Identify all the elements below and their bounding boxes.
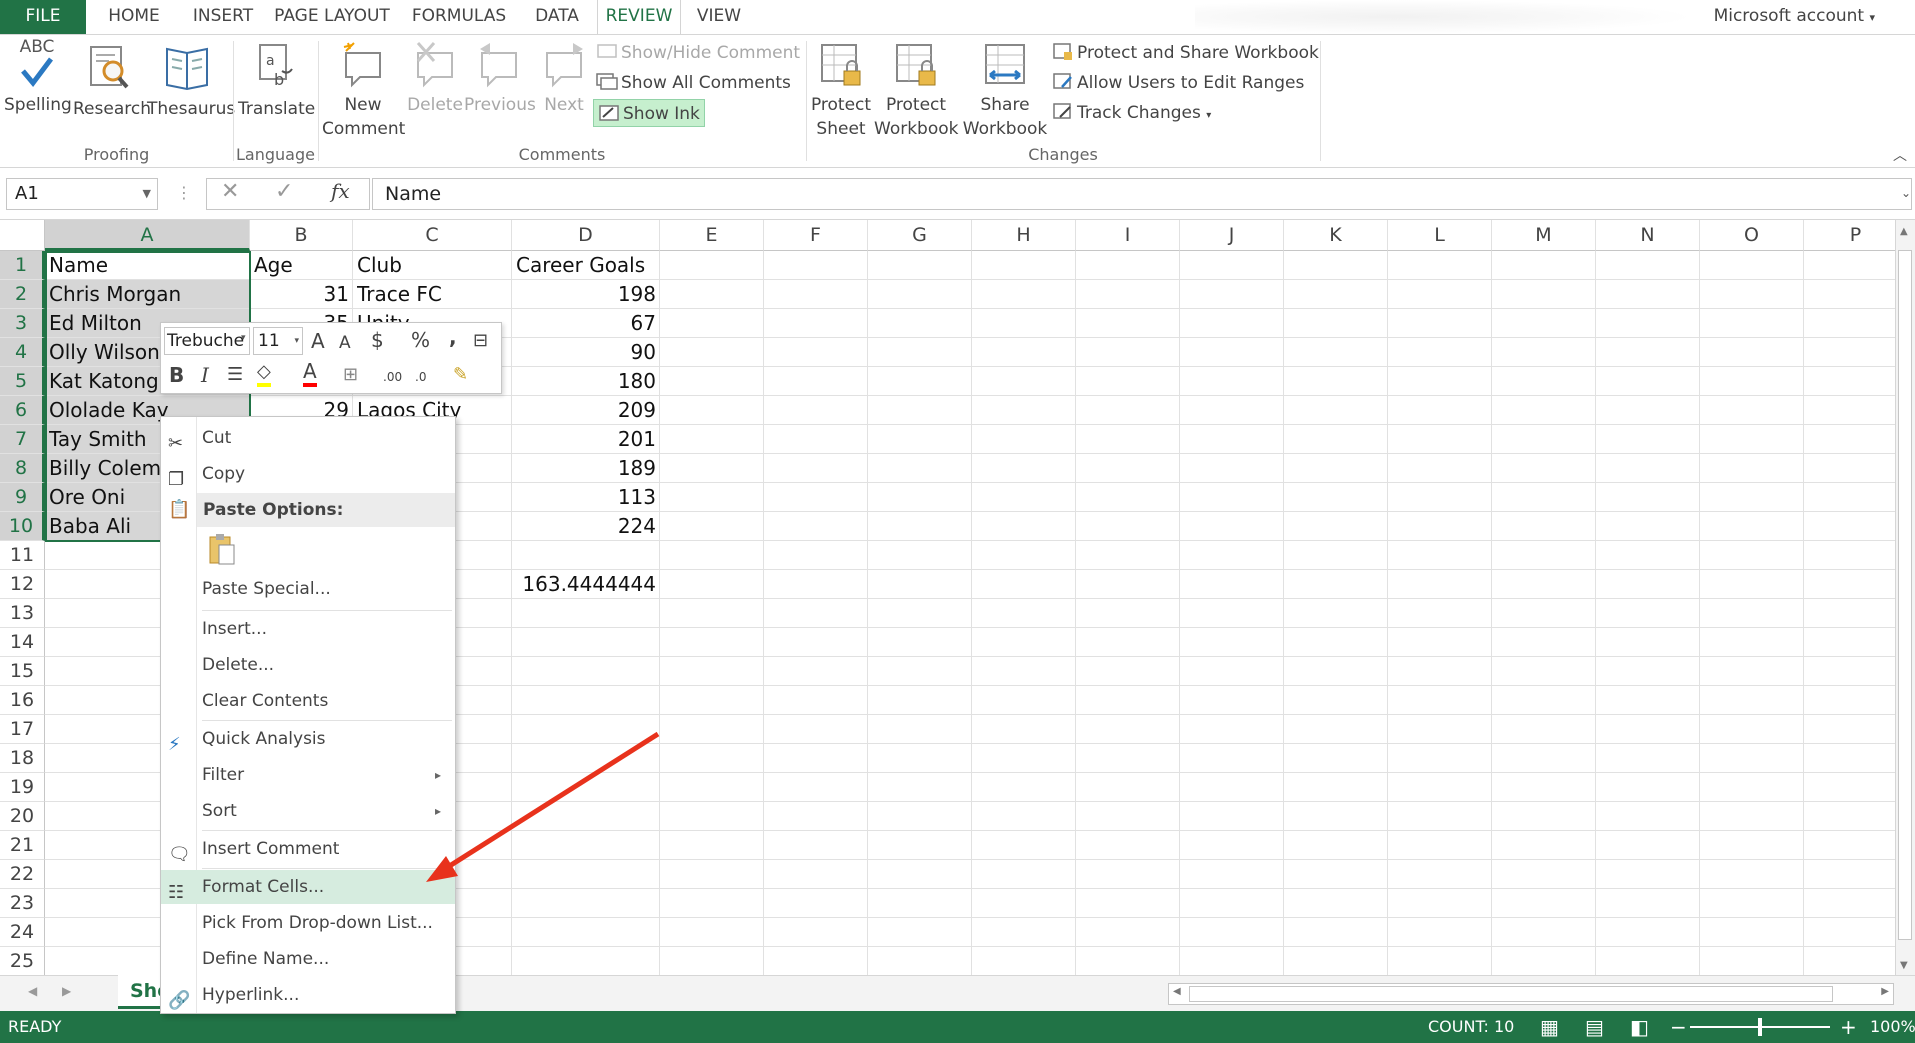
excel-window: { "tabs": ["FILE", "HOME", "INSERT", "PA… <box>0 0 1915 1043</box>
annotation-arrow <box>426 731 660 882</box>
arrow-shaft <box>438 731 660 875</box>
arrow-head <box>426 856 458 882</box>
